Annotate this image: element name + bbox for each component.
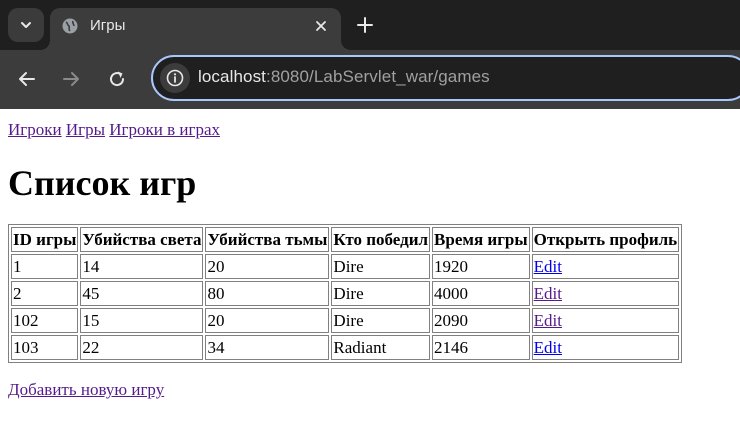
cell-dark-kills: 20	[205, 254, 330, 279]
url-path: :8080/LabServlet_war/games	[266, 67, 490, 86]
cell-action: Edit	[531, 308, 680, 333]
cell-duration: 1920	[432, 254, 530, 279]
cell-dark-kills: 20	[205, 308, 330, 333]
table-header-row: ID игры Убийства света Убийства тьмы Кто…	[11, 227, 680, 252]
cell-id: 102	[11, 308, 79, 333]
back-arrow-icon[interactable]	[18, 70, 36, 88]
edit-link[interactable]: Edit	[534, 257, 562, 276]
active-tab[interactable]: Игры	[40, 8, 351, 50]
column-header-open-profile: Открыть профиль	[531, 227, 680, 252]
url-host: localhost	[198, 67, 266, 86]
cell-action: Edit	[531, 254, 680, 279]
column-header-duration: Время игры	[432, 227, 530, 252]
top-nav: Игроки Игры Игроки в играх	[8, 120, 732, 140]
add-game-link[interactable]: Добавить новую игру	[8, 380, 164, 400]
games-table: ID игры Убийства света Убийства тьмы Кто…	[8, 224, 683, 363]
cell-id: 2	[11, 281, 79, 306]
cell-winner: Dire	[331, 281, 431, 306]
info-icon	[166, 69, 184, 87]
cell-action: Edit	[531, 335, 680, 360]
table-row: 102 15 20 Dire 2090 Edit	[11, 308, 680, 333]
cell-light-kills: 45	[80, 281, 204, 306]
cell-action: Edit	[531, 281, 680, 306]
nav-link-players-in-games[interactable]: Игроки в играх	[109, 120, 220, 139]
reload-icon[interactable]	[108, 70, 126, 88]
page-title: Список игр	[8, 163, 197, 203]
tab-title: Игры	[90, 17, 126, 34]
cell-dark-kills: 80	[205, 281, 330, 306]
globe-icon	[62, 18, 78, 34]
chevron-down-icon	[21, 22, 31, 28]
page-content: Игроки Игры Игроки в играх Список игр ID…	[0, 120, 740, 400]
column-header-winner: Кто победил	[331, 227, 431, 252]
new-tab-plus-icon[interactable]	[356, 16, 374, 34]
cell-light-kills: 14	[80, 254, 204, 279]
cell-id: 103	[11, 335, 79, 360]
nav-link-games[interactable]: Игры	[66, 120, 105, 139]
column-header-light-kills: Убийства света	[80, 227, 204, 252]
edit-link[interactable]: Edit	[534, 284, 562, 303]
cell-duration: 2146	[432, 335, 530, 360]
cell-winner: Radiant	[331, 335, 431, 360]
column-header-id: ID игры	[11, 227, 79, 252]
cell-light-kills: 15	[80, 308, 204, 333]
forward-arrow-icon[interactable]	[62, 70, 80, 88]
browser-toolbar: localhost:8080/LabServlet_war/games	[0, 50, 740, 109]
edit-link[interactable]: Edit	[534, 338, 562, 357]
table-row: 1 14 20 Dire 1920 Edit	[11, 254, 680, 279]
cell-winner: Dire	[331, 254, 431, 279]
site-info-button[interactable]	[160, 63, 190, 93]
table-row: 2 45 80 Dire 4000 Edit	[11, 281, 680, 306]
tab-strip: Игры	[0, 0, 740, 50]
cell-winner: Dire	[331, 308, 431, 333]
tab-search-button[interactable]	[8, 8, 44, 42]
cell-duration: 4000	[432, 281, 530, 306]
edit-link[interactable]: Edit	[534, 311, 562, 330]
address-bar[interactable]: localhost:8080/LabServlet_war/games	[151, 55, 740, 101]
cell-dark-kills: 34	[205, 335, 330, 360]
url-text: localhost:8080/LabServlet_war/games	[198, 67, 490, 87]
close-icon[interactable]	[313, 18, 329, 34]
cell-light-kills: 22	[80, 335, 204, 360]
table-row: 103 22 34 Radiant 2146 Edit	[11, 335, 680, 360]
cell-duration: 2090	[432, 308, 530, 333]
nav-link-players[interactable]: Игроки	[8, 120, 62, 139]
column-header-dark-kills: Убийства тьмы	[205, 227, 330, 252]
cell-id: 1	[11, 254, 79, 279]
